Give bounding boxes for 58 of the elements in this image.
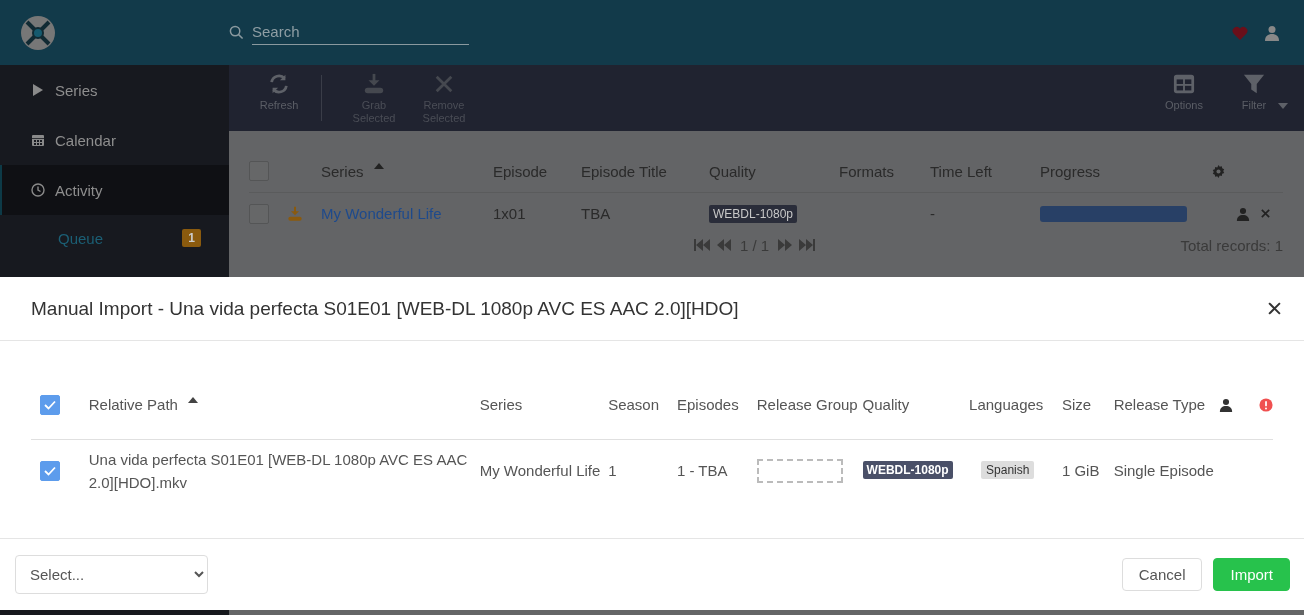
download-icon <box>363 73 385 95</box>
table-cell[interactable]: 1 - TBA <box>676 439 757 502</box>
sort-arrow-icon <box>373 163 384 170</box>
release-group-field[interactable] <box>756 458 843 483</box>
user-icon[interactable] <box>1236 206 1250 221</box>
search-field[interactable]: Search <box>252 20 469 45</box>
select-dropdown[interactable]: Select... <box>15 555 208 594</box>
column-header[interactable]: Size <box>1061 396 1092 414</box>
column-header[interactable]: Quality <box>862 396 910 414</box>
table-cell: 1x01 <box>493 192 581 235</box>
search-icon <box>229 25 244 40</box>
user-icon[interactable] <box>1264 24 1280 41</box>
check-icon <box>44 465 56 476</box>
close-icon <box>433 73 455 95</box>
nav-item[interactable]: Series <box>0 65 229 115</box>
dialog-title: Manual Import - Una vida perfecta S01E01 [WEB-DL 1080p AVC ES AAC 2.0][HDO] <box>31 297 739 320</box>
quality-label[interactable]: WEBDL-1080p <box>862 461 953 479</box>
user-icon <box>1219 397 1234 412</box>
table-cell: - <box>930 192 1040 235</box>
column-header[interactable]: Series <box>479 396 523 414</box>
nav-item[interactable]: Calendar <box>0 115 229 165</box>
sort-arrow-icon <box>187 396 198 403</box>
table-cell: 1 GiB <box>1061 439 1114 502</box>
play-icon <box>31 83 45 97</box>
first-page-icon[interactable] <box>694 239 710 251</box>
caret-icon[interactable] <box>1278 103 1288 109</box>
language-label[interactable]: Spanish <box>981 461 1035 479</box>
column-header[interactable]: Episodes <box>676 396 739 414</box>
alert-icon <box>1259 397 1273 412</box>
last-page-icon[interactable] <box>799 239 816 251</box>
clock-icon <box>31 183 45 197</box>
table-cell[interactable]: My Wonderful Life <box>479 439 609 502</box>
nav-item[interactable]: Activity <box>0 165 229 215</box>
check-icon <box>44 399 56 410</box>
quality-label: WEBDL-1080p <box>709 204 798 223</box>
download-icon <box>287 205 303 222</box>
table-cell[interactable]: Single Episode <box>1113 439 1220 502</box>
calendar-icon <box>31 133 45 147</box>
table-cell[interactable]: 1 <box>608 439 677 502</box>
column-header[interactable]: Relative Path <box>88 396 178 414</box>
table-icon <box>1173 73 1195 95</box>
column-header[interactable]: Release Group <box>756 396 858 414</box>
checkbox[interactable] <box>40 460 60 481</box>
table-cell[interactable]: Una vida perfecta S01E01 [WEB-DL 1080p AVC ES AAC 2.0][HDO].mkv <box>88 439 480 502</box>
column-header[interactable]: Season <box>608 396 659 414</box>
gear-icon[interactable] <box>1212 164 1225 178</box>
checkbox[interactable] <box>40 394 60 415</box>
logo-icon[interactable] <box>20 14 56 51</box>
next-page-icon[interactable] <box>777 239 794 251</box>
refresh-icon <box>268 73 290 95</box>
close-icon[interactable] <box>1268 302 1281 315</box>
filter-icon <box>1243 73 1265 95</box>
table-cell: TBA <box>581 192 709 235</box>
column-header[interactable]: Languages <box>969 396 1044 414</box>
count-badge: 1 <box>182 229 201 247</box>
previous-page-icon[interactable] <box>716 239 732 251</box>
column-header[interactable]: Release Type <box>1113 396 1206 414</box>
dialog-button[interactable]: Cancel <box>1121 558 1203 591</box>
